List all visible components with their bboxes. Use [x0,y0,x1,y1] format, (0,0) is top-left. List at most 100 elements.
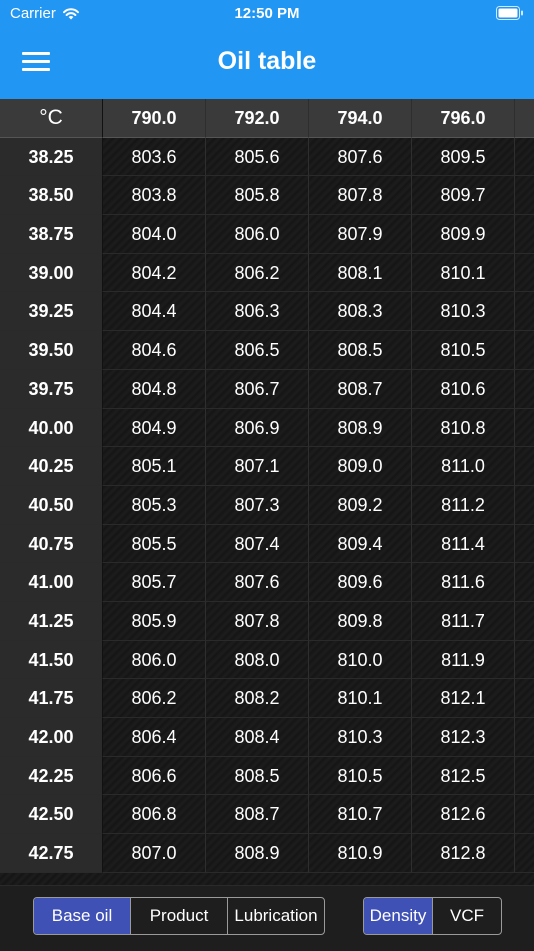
value-cell: 807.0 [103,834,206,873]
value-cell: 808.2 [206,679,309,718]
table-row: 41.00 805.7 807.6 809.6 811.6 [0,563,534,602]
density-button[interactable]: Density [364,898,433,934]
value-cell: 811.6 [412,563,515,602]
temperature-column-header: °C [0,99,103,138]
overflow-cell [515,176,534,216]
value-cell: 810.5 [309,756,412,796]
overflow-cell [515,718,534,757]
temperature-cell: 41.25 [0,601,103,641]
product-button[interactable]: Product [131,898,228,934]
value-cell: 809.5 [412,137,515,177]
overflow-cell [515,409,534,448]
table-row: 40.50 805.3 807.3 809.2 811.2 [0,485,534,525]
overflow-cell [515,370,534,409]
value-cell: 804.2 [103,253,206,293]
value-cell: 811.9 [412,640,515,680]
value-cell: 804.4 [103,292,206,332]
value-cell: 809.8 [309,601,412,641]
lubrication-button[interactable]: Lubrication [228,898,324,934]
value-cell: 810.3 [309,718,412,757]
value-cell: 812.8 [412,834,515,873]
temperature-cell: 41.50 [0,640,103,680]
value-cell: 806.4 [103,718,206,757]
column-header: 792.0 [206,99,309,138]
value-cell: 805.6 [206,137,309,177]
value-cell: 806.7 [206,369,309,409]
oil-table[interactable]: °C 790.0 792.0 794.0 796.0 38.25 803.6 805… [0,99,534,885]
table-header-row: °C 790.0 792.0 794.0 796.0 [0,99,534,138]
value-cell: 803.8 [103,176,206,216]
table-row: 40.75 805.5 807.4 809.4 811.4 [0,524,534,564]
temperature-cell: 39.75 [0,369,103,409]
value-cell: 807.6 [309,137,412,177]
temperature-cell: 38.75 [0,215,103,254]
value-cell: 806.2 [103,679,206,718]
value-cell: 806.6 [103,756,206,796]
overflow-cell [515,834,534,873]
temperature-cell: 38.50 [0,176,103,216]
overflow-cell [515,331,534,370]
value-cell: 807.3 [206,485,309,525]
value-cell: 804.8 [103,369,206,409]
value-cell: 810.1 [412,253,515,293]
overflow-cell [515,292,534,332]
status-bar: Carrier 12:50 PM [0,0,534,28]
temperature-cell: 42.75 [0,834,103,873]
value-cell: 807.8 [309,176,412,216]
overflow-cell [515,563,534,602]
value-cell: 808.9 [309,408,412,448]
overflow-cell [515,641,534,680]
temperature-cell: 40.00 [0,408,103,448]
overflow-cell [515,447,534,486]
value-cell: 811.7 [412,601,515,641]
table-row: 42.00 806.4 808.4 810.3 812.3 [0,718,534,757]
value-cell: 806.8 [103,795,206,835]
value-cell: 811.2 [412,485,515,525]
oil-type-selector: Base oil Product Lubrication [33,897,325,935]
overflow-cell [515,602,534,641]
value-cell: 806.3 [206,292,309,332]
value-cell: 810.0 [309,640,412,680]
table-row: 42.25 806.6 808.5 810.5 812.5 [0,756,534,796]
temperature-cell: 39.25 [0,292,103,332]
value-cell: 806.9 [206,408,309,448]
value-cell: 804.0 [103,215,206,254]
value-cell: 807.8 [206,601,309,641]
value-cell: 805.1 [103,447,206,486]
value-cell: 810.3 [412,292,515,332]
mode-selector: Density VCF [363,897,502,935]
column-header: 794.0 [309,99,412,138]
base-oil-button[interactable]: Base oil [34,898,131,934]
app-header: Carrier 12:50 PM Oil table [0,0,534,99]
value-cell: 808.4 [206,718,309,757]
value-cell: 804.6 [103,331,206,370]
value-cell: 808.1 [309,253,412,293]
temperature-cell: 38.25 [0,137,103,177]
table-row: 38.25 803.6 805.6 807.6 809.5 [0,137,534,177]
value-cell: 809.6 [309,563,412,602]
value-cell: 808.5 [206,756,309,796]
value-cell: 810.1 [309,679,412,718]
value-cell: 812.5 [412,756,515,796]
value-cell: 807.1 [206,447,309,486]
value-cell: 810.9 [309,834,412,873]
value-cell: 811.0 [412,447,515,486]
value-cell: 808.5 [309,331,412,370]
page-title: Oil table [217,47,317,75]
temperature-cell: 41.75 [0,679,103,718]
value-cell: 807.9 [309,215,412,254]
value-cell: 805.7 [103,563,206,602]
column-header-overflow [515,99,534,138]
value-cell: 810.7 [309,795,412,835]
value-cell: 809.7 [412,176,515,216]
value-cell: 809.9 [412,215,515,254]
overflow-cell [515,679,534,718]
value-cell: 808.9 [206,834,309,873]
value-cell: 807.6 [206,563,309,602]
column-header: 796.0 [412,99,515,138]
vcf-button[interactable]: VCF [433,898,501,934]
value-cell: 812.1 [412,679,515,718]
table-row: 41.75 806.2 808.2 810.1 812.1 [0,679,534,718]
overflow-cell [515,254,534,293]
value-cell: 808.0 [206,640,309,680]
